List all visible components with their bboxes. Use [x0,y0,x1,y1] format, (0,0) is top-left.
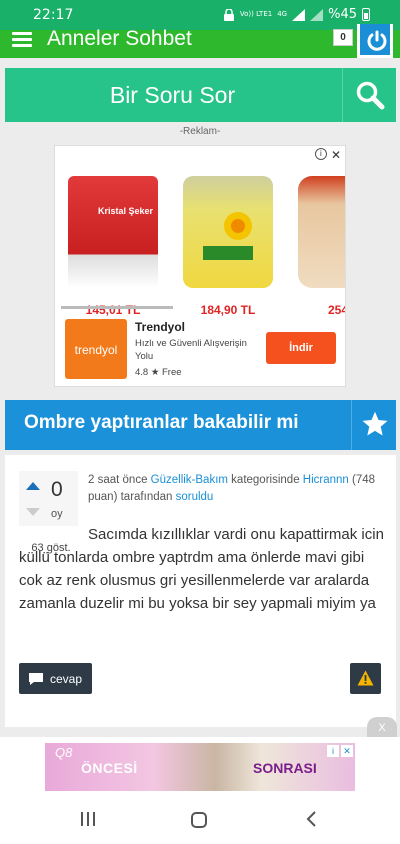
banner-before-text: ÖNCESİ [81,760,138,776]
favorite-button[interactable] [351,400,396,450]
question-title: Ombre yaptıranlar bakabilir mi [24,412,299,433]
network-label: Vo)) LTE1 [239,10,273,18]
status-time: 22:17 [33,7,74,23]
ask-question-button[interactable]: Bir Soru Sor [5,68,340,122]
status-icons: Vo)) LTE1 4G %45 [223,7,370,22]
ad-product-2[interactable]: 184,90 TL [173,158,283,318]
banner-after-text: SONRASI [253,760,317,776]
info-icon[interactable]: i [327,745,339,757]
sugar-bag-image: Kristal Şeker [68,176,158,288]
power-button[interactable] [357,24,393,58]
answer-button[interactable]: cevap [19,663,92,694]
ad-product-1[interactable]: Kristal Şeker 145,01 TL [58,158,168,318]
category-link[interactable]: Güzellik-Bakım [151,474,228,486]
product-price: 254,2 [327,303,345,317]
lock-icon [223,8,234,21]
author-link[interactable]: Hicrannn [303,474,349,486]
ad-label: -Reklam- [179,126,221,137]
recent-apps-icon[interactable] [80,811,96,827]
system-nav-bar [0,795,400,844]
ad-box[interactable]: i ✕ Kristal Şeker 145,01 TL 184,90 TL 25… [54,145,346,387]
rice-jar-image [298,176,345,288]
bottom-banner-ad[interactable]: Q8 ÖNCESİ SONRASI i ✕ [0,737,400,795]
answer-label: cevap [50,672,83,686]
ask-question-bar: Bir Soru Sor [5,68,396,122]
banner-logo: Q8 [55,745,73,760]
banner-controls[interactable]: i ✕ [327,745,353,757]
question-card: 0 oy 63 göst. 2 saat önce Güzellik-Bakım… [5,455,396,727]
carousel-scroll-indicator [61,306,173,309]
question-body-wrap: Sacımda kızıllıklar vardi onu kapattirma… [19,523,389,615]
meta-text: kategorisinde [227,474,303,486]
vote-count: 0 [51,478,63,501]
banner-image[interactable]: Q8 ÖNCESİ SONRASI i ✕ [45,743,355,791]
hamburger-icon[interactable] [12,32,32,48]
ad-description: Hızlı ve Güvenli Alışverişin Yolu [135,338,247,362]
signal-icon [292,8,306,21]
star-icon [362,411,388,436]
banner-close-button[interactable]: X [367,717,397,739]
sunflower-icon [203,212,253,260]
meta-time: 2 saat önce [88,474,151,486]
app-title[interactable]: Anneler Sohbet [47,27,192,51]
product-price: 184,90 TL [200,303,256,317]
install-button[interactable]: İndir [266,332,336,364]
battery-percent: %45 [328,7,357,22]
oil-bottle-image [183,176,273,288]
power-icon [367,30,387,51]
question-meta: 2 saat önce Güzellik-Bakım kategorisinde… [88,472,383,506]
vote-box: 0 oy [19,471,78,526]
back-icon[interactable] [305,811,319,827]
action-link[interactable]: soruldu [176,491,214,503]
network-gen: 4G [277,10,288,18]
ad-rating: 4.8 ★ Free [135,367,182,378]
sugar-bag-label: Kristal Şeker [98,206,154,216]
vote-down-icon[interactable] [26,508,40,516]
vote-label: oy [51,508,63,520]
warning-icon [357,670,374,686]
question-body: Sacımda kızıllıklar vardi onu kapattirma… [19,526,384,612]
comment-icon [29,673,43,685]
ad-brand: Trendyol [135,320,186,334]
signal-icon-2 [310,8,324,21]
vote-up-icon[interactable] [26,482,40,490]
search-button[interactable] [342,68,396,122]
question-header: Ombre yaptıranlar bakabilir mi [5,400,396,450]
search-icon [356,81,385,110]
close-icon[interactable]: ✕ [341,745,353,757]
ad-product-3[interactable]: 254,2 [288,158,345,318]
home-icon[interactable] [191,812,207,828]
notification-count[interactable]: 0 [333,29,353,46]
trendyol-logo: trendyol [65,319,127,379]
report-button[interactable] [350,663,381,694]
status-bar: 22:17 Vo)) LTE1 4G %45 [0,0,400,30]
battery-icon [362,8,370,21]
